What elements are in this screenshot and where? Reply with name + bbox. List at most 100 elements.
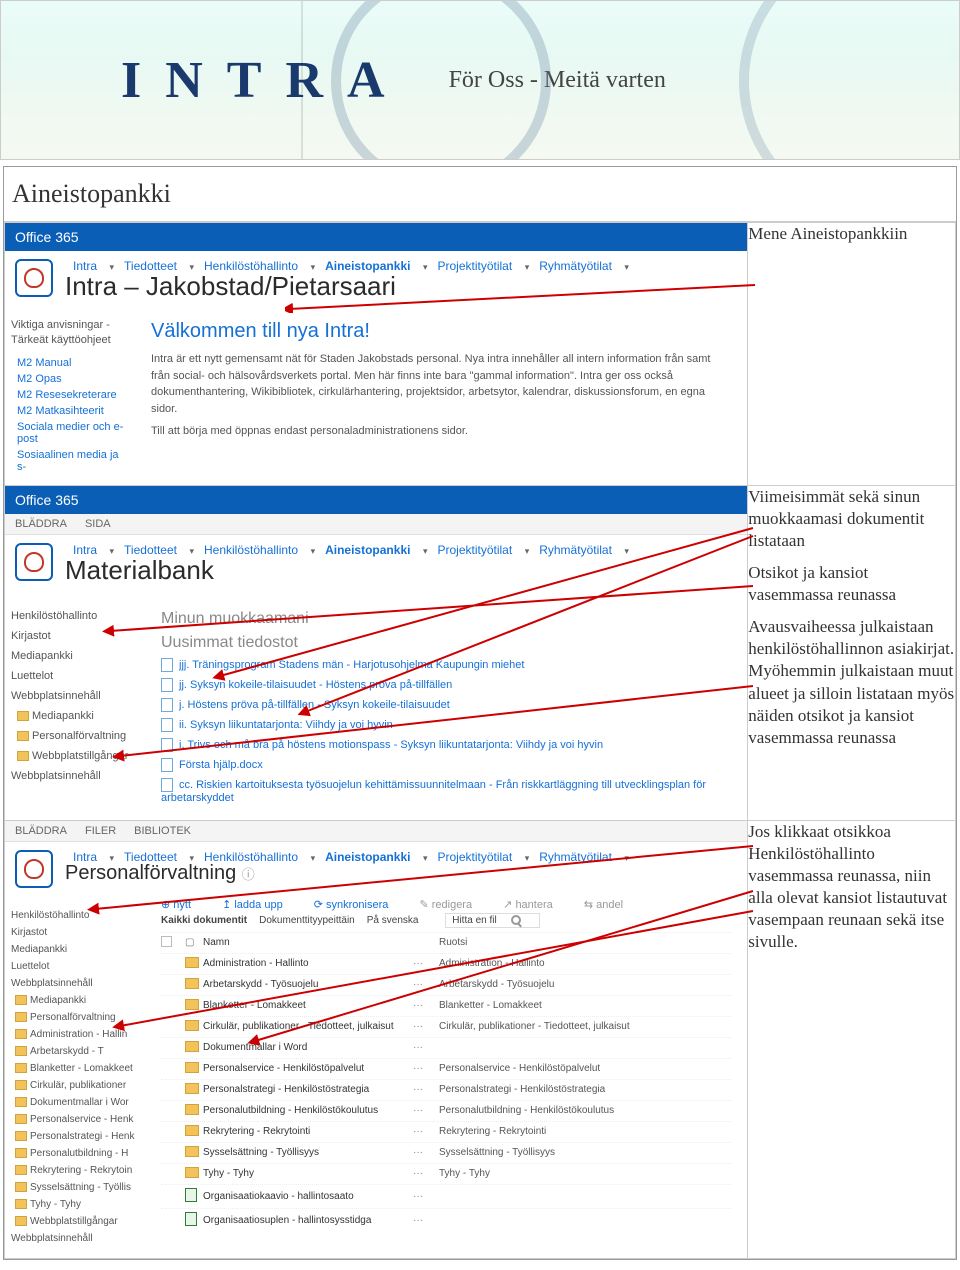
nav-link[interactable]: Ryhmätyötilat [539, 543, 612, 557]
nav-link[interactable]: Projektityötilat [437, 850, 512, 864]
sp-tab[interactable]: FILER [85, 825, 116, 837]
select-all-checkbox[interactable] [161, 936, 172, 947]
sidebar-item[interactable]: Arbetarskydd - T [15, 1046, 139, 1057]
sidebar-item[interactable]: Personalförvaltning [15, 1012, 139, 1023]
column-header[interactable]: Ruotsi [439, 937, 731, 948]
file-link[interactable]: jj. Syksyn kokeile-tilaisuudet - Höstens… [161, 678, 731, 692]
sync-button[interactable]: ⟳ synkronisera [314, 899, 403, 911]
nav-link[interactable]: Projektityötilat [437, 259, 512, 273]
table-row[interactable]: Personalstrategi - Henkilöstöstrategia··… [161, 1079, 731, 1100]
sidebar-item[interactable]: M2 Opas [17, 373, 129, 385]
table-row[interactable]: Tyhy - Tyhy···Tyhy - Tyhy [161, 1163, 731, 1184]
nav-link[interactable]: Projektityötilat [437, 543, 512, 557]
table-row[interactable]: Organisaatiokaavio - hallintosaato··· [161, 1184, 731, 1208]
nav-link[interactable]: Aineistopankki [325, 543, 410, 557]
table-row[interactable]: Blanketter - Lomakkeet···Blanketter - Lo… [161, 995, 731, 1016]
nav-link[interactable]: Aineistopankki [325, 850, 410, 864]
sidebar-item[interactable]: Luettelot [11, 961, 139, 972]
view-tab[interactable]: På svenska [367, 915, 419, 926]
sidebar-item[interactable]: Webbplatstillgångar [15, 1216, 139, 1227]
view-tab[interactable]: Kaikki dokumentit [161, 915, 247, 926]
sidebar-item[interactable]: Sysselsättning - Työllis [15, 1182, 139, 1193]
sidebar-item[interactable]: Rekrytering - Rekrytoin [15, 1165, 139, 1176]
item-menu-icon[interactable]: ··· [413, 1084, 439, 1095]
item-menu-icon[interactable]: ··· [413, 1191, 439, 1202]
sidebar-item[interactable]: Webbplatstillgångar [17, 750, 139, 762]
folder-icon [17, 711, 29, 721]
sp-tab[interactable]: BLÄDDRA [15, 825, 67, 837]
sidebar-item[interactable]: Luettelot [11, 670, 139, 682]
table-row[interactable]: Cirkulär, publikationer - Tiedotteet, ju… [161, 1016, 731, 1037]
file-link[interactable]: cc. Riskien kartoituksesta työsuojelun k… [161, 778, 731, 804]
nav-link[interactable]: Ryhmätyötilat [539, 259, 612, 273]
sidebar-item[interactable]: Administration - Hallin [15, 1029, 139, 1040]
file-link[interactable]: ii. Syksyn liikuntatarjonta: Viihdy ja v… [161, 718, 731, 732]
new-button[interactable]: ⊕ nytt [161, 899, 205, 911]
search-input[interactable]: Hitta en fil [445, 913, 540, 928]
sidebar-item[interactable]: Webbplatsinnehåll [11, 1233, 139, 1244]
share-button[interactable]: ⇆ andel [584, 899, 637, 911]
sp-tab[interactable]: BLÄDDRA [15, 518, 67, 530]
sidebar-item[interactable]: Mediapankki [11, 650, 139, 662]
sidebar-item[interactable]: M2 Resesekreterare [17, 389, 129, 401]
sidebar-item[interactable]: Sociala medier och e-post [17, 421, 129, 445]
column-header[interactable]: Namn [203, 937, 413, 948]
city-logo [15, 543, 53, 581]
sidebar-item[interactable]: Webbplatsinnehåll [11, 690, 139, 702]
item-menu-icon[interactable]: ··· [413, 1105, 439, 1116]
sidebar-item[interactable]: M2 Manual [17, 357, 129, 369]
item-menu-icon[interactable]: ··· [413, 1021, 439, 1032]
nav-link[interactable]: Ryhmätyötilat [539, 850, 612, 864]
file-link[interactable]: Första hjälp.docx [161, 758, 731, 772]
document-icon [161, 778, 173, 792]
sidebar-item[interactable]: Mediapankki [11, 944, 139, 955]
table-row[interactable]: Administration - Hallinto···Administrati… [161, 953, 731, 974]
sidebar-item[interactable]: Henkilöstöhallinto [11, 910, 139, 921]
item-menu-icon[interactable]: ··· [413, 1168, 439, 1179]
item-menu-icon[interactable]: ··· [413, 1000, 439, 1011]
item-menu-icon[interactable]: ··· [413, 1063, 439, 1074]
sidebar-item[interactable]: M2 Matkasihteerit [17, 405, 129, 417]
sidebar-item[interactable]: Webbplatsinnehåll [11, 978, 139, 989]
sidebar-item[interactable]: Personalförvaltning [17, 730, 139, 742]
sp-tab[interactable]: BIBLIOTEK [134, 825, 191, 837]
nav-link[interactable]: Henkilöstöhallinto [204, 543, 298, 557]
sidebar-item[interactable]: Cirkulär, publikationer [15, 1080, 139, 1091]
edit-button[interactable]: ✎ redigera [419, 899, 486, 911]
item-menu-icon[interactable]: ··· [413, 1147, 439, 1158]
table-row[interactable]: Arbetarskydd - Työsuojelu···Arbetarskydd… [161, 974, 731, 995]
sidebar-item[interactable]: Kirjastot [11, 927, 139, 938]
sidebar-item[interactable]: Henkilöstöhallinto [11, 610, 139, 622]
table-row[interactable]: Rekrytering - Rekrytointi···Rekrytering … [161, 1121, 731, 1142]
sidebar-item[interactable]: Blanketter - Lomakkeet [15, 1063, 139, 1074]
table-row[interactable]: Dokumentmallar i Word··· [161, 1037, 731, 1058]
info-icon[interactable]: ⓘ [242, 867, 255, 882]
sidebar-item[interactable]: Personalstrategi - Henk [15, 1131, 139, 1142]
sidebar-item[interactable]: Mediapankki [17, 710, 139, 722]
table-row[interactable]: Personalutbildning - Henkilöstökoulutus·… [161, 1100, 731, 1121]
table-row[interactable]: Sysselsättning - Työllisyys···Sysselsätt… [161, 1142, 731, 1163]
table-row[interactable]: Personalservice - Henkilöstöpalvelut···P… [161, 1058, 731, 1079]
item-name: Personalutbildning - Henkilöstökoulutus [203, 1105, 413, 1116]
item-menu-icon[interactable]: ··· [413, 1126, 439, 1137]
sidebar-item[interactable]: Personalservice - Henk [15, 1114, 139, 1125]
upload-button[interactable]: ↥ ladda upp [222, 899, 297, 911]
table-row[interactable]: Organisaatiosuplen - hallintosysstidga··… [161, 1208, 731, 1232]
sidebar-item[interactable]: Tyhy - Tyhy [15, 1199, 139, 1210]
item-menu-icon[interactable]: ··· [413, 979, 439, 990]
manage-button[interactable]: ↗ hantera [503, 899, 567, 911]
sidebar-item[interactable]: Webbplatsinnehåll [11, 770, 139, 782]
file-link[interactable]: j. Höstens pröva på-tillfällen - Syksyn … [161, 698, 731, 712]
item-menu-icon[interactable]: ··· [413, 1042, 439, 1053]
sidebar-item[interactable]: Dokumentmallar i Wor [15, 1097, 139, 1108]
sidebar-item[interactable]: Sosiaalinen media ja s- [17, 449, 129, 473]
sidebar-item[interactable]: Kirjastot [11, 630, 139, 642]
file-link[interactable]: i. Trivs och må bra på höstens motionspa… [161, 738, 731, 752]
sp-tab[interactable]: SIDA [85, 518, 111, 530]
item-menu-icon[interactable]: ··· [413, 958, 439, 969]
item-menu-icon[interactable]: ··· [413, 1215, 439, 1226]
file-link[interactable]: jjj. Träningsprogram Stadens män - Harjo… [161, 658, 731, 672]
sidebar-item[interactable]: Mediapankki [15, 995, 139, 1006]
view-tab[interactable]: Dokumenttityypeittäin [259, 915, 355, 926]
sidebar-item[interactable]: Personalutbildning - H [15, 1148, 139, 1159]
